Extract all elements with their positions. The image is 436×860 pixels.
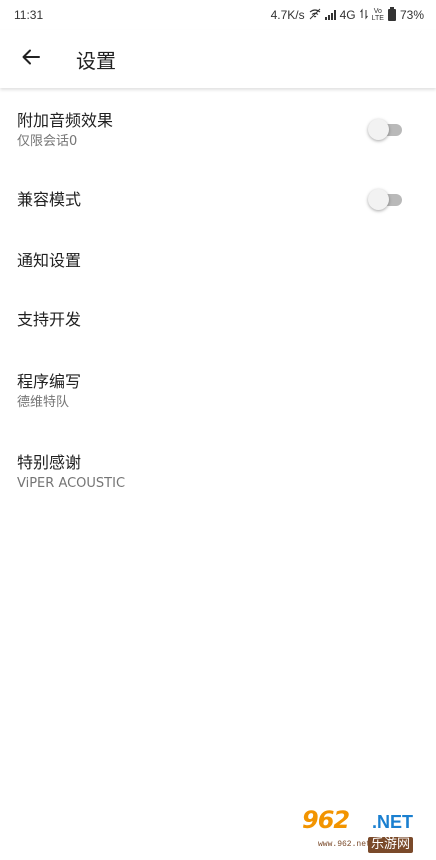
setting-title: 附加音频效果 bbox=[17, 110, 114, 130]
setting-text: 支持开发 bbox=[17, 309, 81, 331]
toggle-thumb bbox=[368, 189, 389, 210]
network-type: 4G bbox=[339, 8, 356, 22]
watermark-url: www.962.net bbox=[318, 840, 371, 849]
setting-text: 程序编写 德维特队 bbox=[17, 371, 81, 412]
extra-audio-effects-toggle[interactable] bbox=[368, 119, 404, 141]
page-title: 设置 bbox=[76, 48, 116, 73]
arrow-left-icon bbox=[21, 47, 41, 71]
setting-subtitle: 仅限会话0 bbox=[17, 133, 78, 149]
setting-title: 程序编写 bbox=[17, 371, 82, 391]
battery-icon bbox=[387, 7, 396, 21]
watermark-sub: 乐游网 bbox=[368, 837, 414, 853]
setting-support-development[interactable]: 支持开发 bbox=[0, 290, 436, 350]
setting-title: 兼容模式 bbox=[17, 190, 82, 209]
data-arrows-icon bbox=[359, 8, 368, 23]
battery-percent: 73% bbox=[399, 8, 424, 22]
setting-subtitle: 德维特队 bbox=[17, 394, 70, 410]
watermark-net: .NET bbox=[372, 812, 414, 832]
setting-text: 附加音频效果 仅限会话0 bbox=[17, 110, 113, 151]
setting-text: 特别感谢 ViPER ACOUSTIC bbox=[17, 452, 125, 493]
setting-notification-settings[interactable]: 通知设置 bbox=[0, 232, 436, 290]
watermark-logo: 962 .NET www.962.net 乐游网 bbox=[298, 806, 430, 856]
setting-title: 支持开发 bbox=[17, 310, 82, 329]
signal-icon bbox=[324, 10, 336, 20]
volte-badge: Vo LTE bbox=[372, 8, 384, 22]
setting-text: 兼容模式 bbox=[17, 189, 81, 211]
setting-special-thanks[interactable]: 特别感谢 ViPER ACOUSTIC bbox=[0, 432, 436, 512]
setting-extra-audio-effects[interactable]: 附加音频效果 仅限会话0 bbox=[0, 92, 436, 168]
network-speed: 4.7K/s bbox=[270, 8, 305, 22]
settings-list: 附加音频效果 仅限会话0 兼容模式 通知设置 支持开发 程序编写 德维特队 特别… bbox=[0, 92, 436, 512]
setting-title: 特别感谢 bbox=[17, 452, 82, 472]
setting-compatibility-mode[interactable]: 兼容模式 bbox=[0, 168, 436, 232]
volte-top: Vo bbox=[373, 8, 382, 15]
status-indicators: 4.7K/s 4G Vo LTE 73% bbox=[270, 7, 424, 23]
wifi-off-icon bbox=[309, 8, 321, 23]
setting-programming[interactable]: 程序编写 德维特队 bbox=[0, 350, 436, 432]
toggle-thumb bbox=[368, 119, 389, 140]
app-bar: 设置 bbox=[0, 30, 436, 88]
compatibility-mode-toggle[interactable] bbox=[368, 189, 404, 211]
setting-title: 通知设置 bbox=[17, 251, 82, 270]
setting-subtitle: ViPER ACOUSTIC bbox=[17, 475, 126, 491]
volte-bottom: LTE bbox=[371, 15, 384, 22]
status-bar: 11:31 4.7K/s 4G Vo LTE 73% bbox=[0, 0, 436, 30]
back-button[interactable] bbox=[16, 44, 46, 74]
watermark-main: 962 bbox=[302, 806, 350, 834]
status-time: 11:31 bbox=[14, 8, 44, 22]
setting-text: 通知设置 bbox=[17, 250, 81, 272]
